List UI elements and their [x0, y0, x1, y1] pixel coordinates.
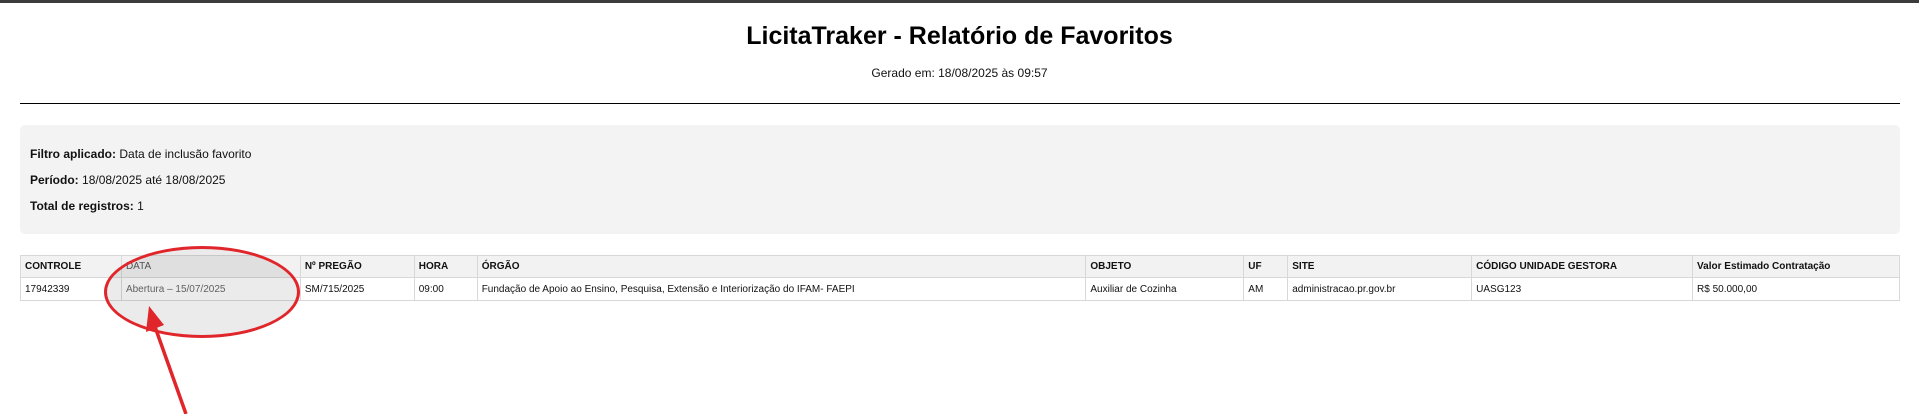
arrow-annotation — [146, 306, 188, 414]
arrow-shaft — [152, 323, 188, 414]
arrow-head — [146, 306, 164, 332]
